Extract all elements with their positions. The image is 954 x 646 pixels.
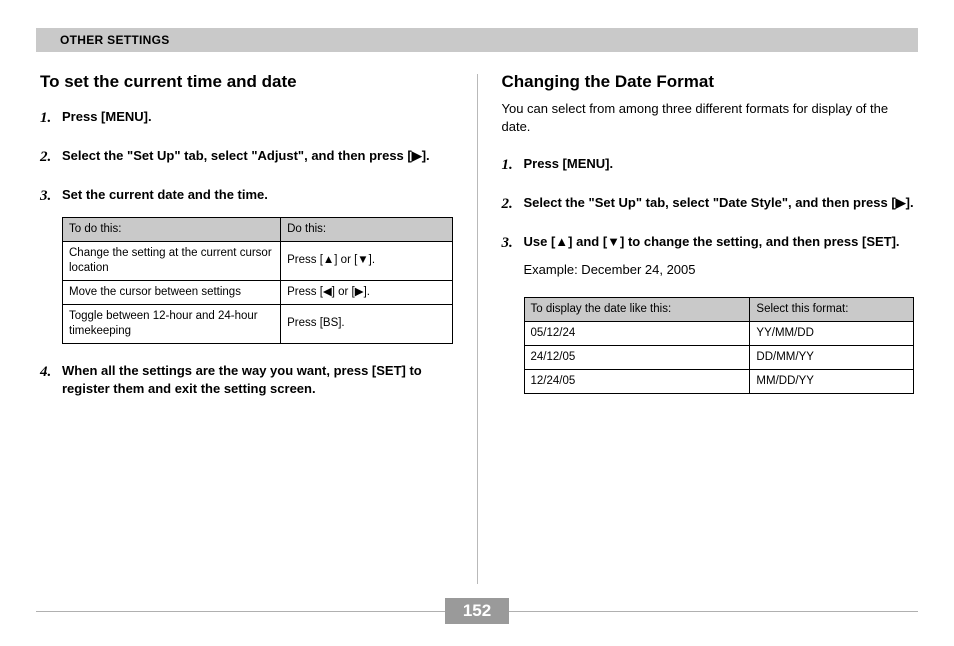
left-table: To do this: Do this: Change the setting … <box>62 217 453 344</box>
table-header-row: To do this: Do this: <box>63 218 453 242</box>
step-number: 2. <box>502 194 516 215</box>
left-step-2: 2. Select the "Set Up" tab, select "Adju… <box>40 147 453 168</box>
step-number: 3. <box>40 186 54 207</box>
left-step-4: 4. When all the settings are the way you… <box>40 362 453 398</box>
step-number: 1. <box>40 108 54 129</box>
right-table: To display the date like this: Select th… <box>524 297 915 394</box>
table-row: Move the cursor between settings Press [… <box>63 280 453 304</box>
table-cell: Move the cursor between settings <box>63 280 281 304</box>
step-text: Select the "Set Up" tab, select "Date St… <box>524 194 915 215</box>
footer-rule-right <box>509 611 918 612</box>
table-row: Change the setting at the current cursor… <box>63 241 453 280</box>
left-step-3: 3. Set the current date and the time. <box>40 186 453 207</box>
table-cell: Change the setting at the current cursor… <box>63 241 281 280</box>
step-text: Select the "Set Up" tab, select "Adjust"… <box>62 147 453 168</box>
table-cell: YY/MM/DD <box>750 322 914 346</box>
table-row: 05/12/24 YY/MM/DD <box>524 322 914 346</box>
right-step-2: 2. Select the "Set Up" tab, select "Date… <box>502 194 915 215</box>
step-number: 1. <box>502 155 516 176</box>
right-step-3: 3. Use [▲] and [▼] to change the setting… <box>502 233 915 289</box>
footer-rule-left <box>36 611 445 612</box>
example-text: Example: December 24, 2005 <box>524 261 915 279</box>
right-title: Changing the Date Format <box>502 72 915 92</box>
page-number: 152 <box>445 598 509 624</box>
table-header: Do this: <box>281 218 452 242</box>
table-header: Select this format: <box>750 298 914 322</box>
table-cell: Press [◀] or [▶]. <box>281 280 452 304</box>
table-cell: Press [▲] or [▼]. <box>281 241 452 280</box>
table-cell: MM/DD/YY <box>750 370 914 394</box>
table-header: To display the date like this: <box>524 298 750 322</box>
step-number: 4. <box>40 362 54 398</box>
table-row: 12/24/05 MM/DD/YY <box>524 370 914 394</box>
table-row: Toggle between 12-hour and 24-hour timek… <box>63 304 453 343</box>
table-cell: DD/MM/YY <box>750 346 914 370</box>
right-column: Changing the Date Format You can select … <box>478 72 919 598</box>
step-number: 3. <box>502 233 516 289</box>
page-footer: 152 <box>36 598 918 624</box>
step-text: When all the settings are the way you wa… <box>62 362 453 398</box>
step-text: Press [MENU]. <box>524 155 915 176</box>
table-header: To do this: <box>63 218 281 242</box>
step-text: Use [▲] and [▼] to change the setting, a… <box>524 233 915 289</box>
step-text: Set the current date and the time. <box>62 186 453 207</box>
left-step-1: 1. Press [MENU]. <box>40 108 453 129</box>
section-header-text: OTHER SETTINGS <box>36 33 170 47</box>
table-cell: Toggle between 12-hour and 24-hour timek… <box>63 304 281 343</box>
section-header-bar: OTHER SETTINGS <box>36 28 918 52</box>
table-row: 24/12/05 DD/MM/YY <box>524 346 914 370</box>
table-cell: 05/12/24 <box>524 322 750 346</box>
table-cell: 12/24/05 <box>524 370 750 394</box>
step-text: Press [MENU]. <box>62 108 453 129</box>
right-step-1: 1. Press [MENU]. <box>502 155 915 176</box>
left-column: To set the current time and date 1. Pres… <box>36 72 477 598</box>
table-header-row: To display the date like this: Select th… <box>524 298 914 322</box>
left-title: To set the current time and date <box>40 72 453 92</box>
right-intro: You can select from among three differen… <box>502 100 915 135</box>
table-cell: Press [BS]. <box>281 304 452 343</box>
step-text-inner: Use [▲] and [▼] to change the setting, a… <box>524 234 900 249</box>
table-cell: 24/12/05 <box>524 346 750 370</box>
step-number: 2. <box>40 147 54 168</box>
